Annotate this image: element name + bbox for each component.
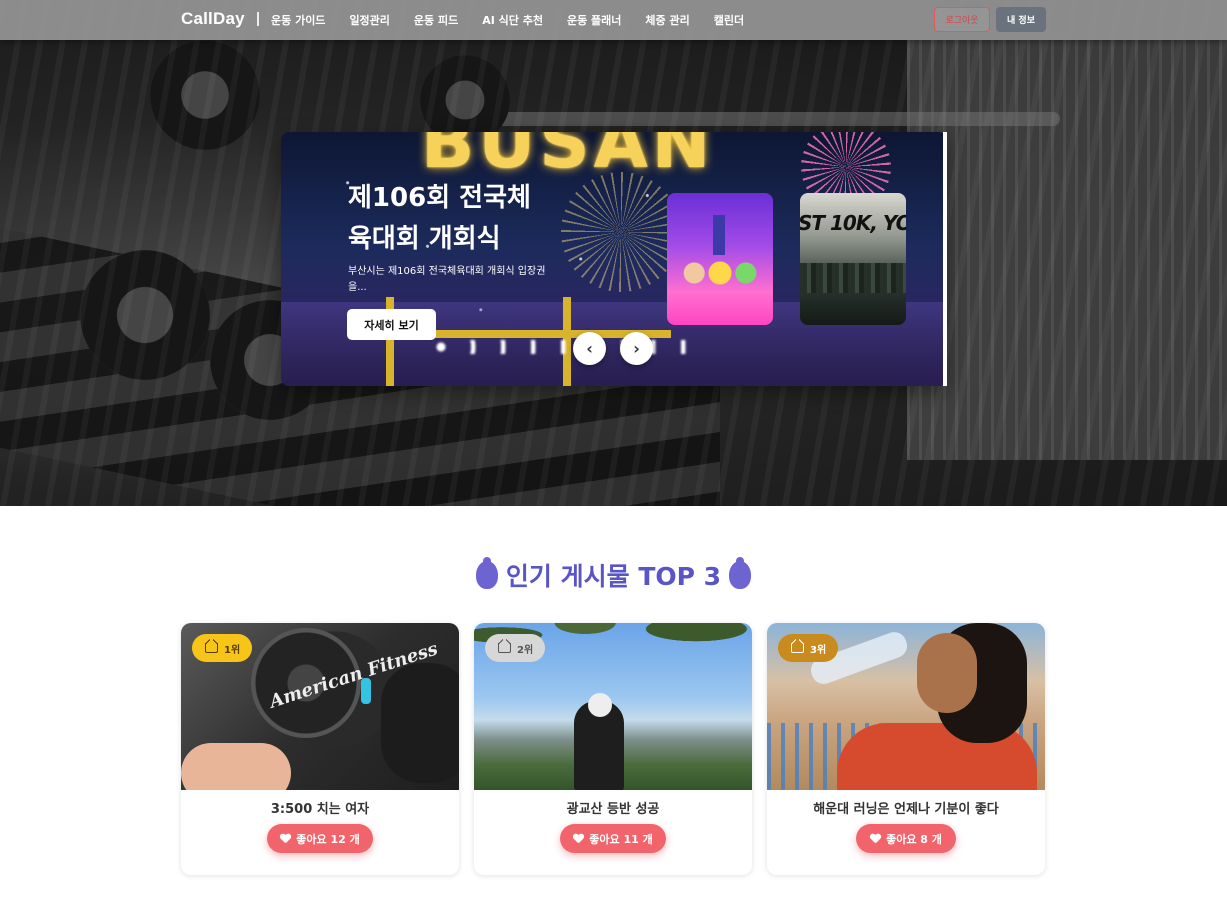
heart-icon: [280, 834, 291, 844]
rank-badge: 2위: [485, 634, 546, 662]
popular-section-title: 인기 게시물 TOP 3: [0, 557, 1227, 593]
slide-thumbnail-1[interactable]: [667, 193, 773, 325]
crown-icon: [497, 639, 511, 653]
nav-item-ai-diet[interactable]: AI 식단 추천: [482, 12, 543, 28]
my-info-button[interactable]: 내 정보: [996, 7, 1046, 32]
next-slide-button[interactable]: ›: [620, 332, 653, 365]
top-navbar: CallDay 운동 가이드 일정관리 운동 피드 AI 식단 추천 운동 플래…: [0, 0, 1227, 40]
slider-edge: [943, 132, 947, 386]
image-shape: [588, 693, 612, 717]
rank-badge: 3위: [778, 634, 839, 662]
like-button[interactable]: 좋아요 12 개: [267, 824, 373, 853]
like-button[interactable]: 좋아요 11 개: [560, 824, 666, 853]
poster-headline: ST 10K, YOUR B: [800, 211, 906, 235]
post-title[interactable]: 해운대 러닝은 언제나 기분이 좋다: [767, 798, 1045, 817]
nav-item-weight[interactable]: 체중 관리: [645, 12, 689, 28]
heart-icon: [573, 834, 584, 844]
slide-title: 제106회 전국체육대회 개회식: [348, 183, 531, 254]
event-slider: BUSAN 제106회 전국체육대회 개회식 부산시는 제106회 전국체육대회…: [281, 132, 947, 386]
post-card-1[interactable]: American Fitness 1위 3:500 치는 여자 좋아요 12 개: [181, 623, 459, 875]
rank-label: 1위: [224, 644, 241, 656]
muscle-icon: [729, 557, 752, 589]
like-count: 좋아요 8 개: [886, 832, 942, 846]
like-count: 좋아요 12 개: [296, 832, 360, 846]
post-title[interactable]: 3:500 치는 여자: [181, 798, 459, 817]
crown-icon: [204, 639, 218, 653]
poster-skyline: [800, 263, 906, 293]
muscle-icon: [475, 557, 498, 589]
image-shape: [181, 743, 291, 790]
rank-badge: 1위: [192, 634, 253, 662]
nav-divider: [257, 12, 259, 26]
detail-button[interactable]: 자세히 보기: [347, 309, 436, 340]
nav-item-calendar[interactable]: 캘린더: [714, 12, 744, 28]
like-count: 좋아요 11 개: [589, 832, 653, 846]
nav-item-guide[interactable]: 운동 가이드: [271, 12, 325, 28]
poster-tower: [713, 215, 725, 255]
nav-menu: 운동 가이드 일정관리 운동 피드 AI 식단 추천 운동 플래너 체중 관리 …: [271, 12, 744, 28]
logout-button[interactable]: 로그아웃: [934, 7, 990, 32]
post-title[interactable]: 광교산 등반 성공: [474, 798, 752, 817]
image-shape: [917, 633, 977, 713]
popular-title-text: 인기 게시물 TOP 3: [505, 562, 722, 591]
prev-slide-button[interactable]: ‹: [573, 332, 606, 365]
nav-item-planner[interactable]: 운동 플래너: [567, 12, 621, 28]
slide-thumbnail-2[interactable]: ST 10K, YOUR B: [800, 193, 906, 325]
heart-icon: [870, 834, 881, 844]
post-card-3[interactable]: 3위 해운대 러닝은 언제나 기분이 좋다 좋아요 8 개: [767, 623, 1045, 875]
logo[interactable]: CallDay: [181, 9, 245, 29]
like-button[interactable]: 좋아요 8 개: [856, 824, 956, 853]
banner-text: BUSAN: [421, 132, 715, 184]
post-card-2[interactable]: 2위 광교산 등반 성공 좋아요 11 개: [474, 623, 752, 875]
slide-description: 부산시는 제106회 전국체육대회 개회식 입장권을...: [348, 266, 546, 293]
image-shape: [381, 663, 459, 783]
rank-label: 2위: [517, 644, 534, 656]
crown-icon: [790, 639, 804, 653]
poster-characters: [677, 253, 763, 303]
rank-label: 3위: [810, 644, 827, 656]
nav-item-feed[interactable]: 운동 피드: [414, 12, 458, 28]
nav-item-schedule[interactable]: 일정관리: [349, 12, 389, 28]
firework-image: [561, 172, 681, 292]
